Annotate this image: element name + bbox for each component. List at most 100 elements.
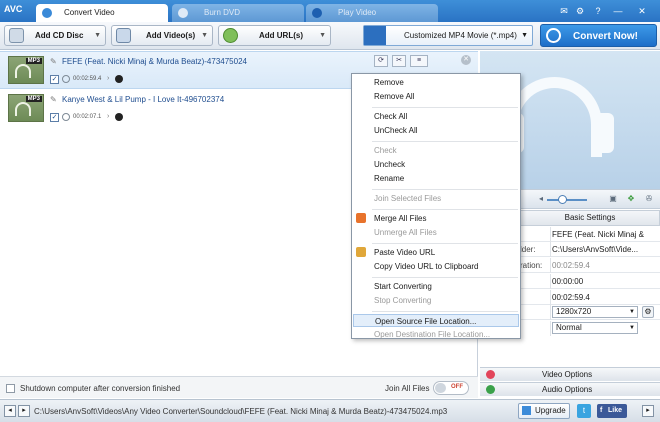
menu-separator: [372, 141, 518, 142]
shutdown-checkbox[interactable]: [6, 384, 15, 393]
headphone-cup-right: [592, 113, 614, 153]
menu-separator: [372, 277, 518, 278]
column-divider: [550, 290, 551, 305]
menu-item-copy-video-url-to-clipboard[interactable]: Copy Video URL to Clipboard: [353, 260, 519, 273]
chevron-down-icon[interactable]: ▼: [201, 26, 208, 45]
chevron-right-icon[interactable]: ›: [107, 75, 109, 82]
column-divider: [550, 242, 551, 257]
volume-slider-knob[interactable]: [558, 195, 567, 204]
menu-item-start-converting[interactable]: Start Converting: [353, 280, 519, 293]
shutdown-label[interactable]: Shutdown computer after conversion finis…: [20, 384, 180, 393]
video-quality-select[interactable]: Normal ▼: [552, 322, 638, 334]
cd-add-icon: [9, 28, 24, 43]
file-name[interactable]: Kanye West & Lil Pump - I Love It-496702…: [62, 95, 224, 104]
menu-item-check-all[interactable]: Check All: [353, 110, 519, 123]
chevron-right-icon[interactable]: ›: [107, 113, 109, 120]
audio-options-bar[interactable]: Audio Options: [480, 382, 660, 396]
video-size-select[interactable]: 1280x720 ▼: [552, 306, 638, 318]
column-divider: [550, 274, 551, 289]
status-bar: ◂ ▸ C:\Users\AnvSoft\Videos\Any Video Co…: [0, 399, 660, 422]
cut-icon[interactable]: ✂: [392, 55, 406, 67]
join-all-files-toggle[interactable]: OFF: [433, 381, 469, 395]
chevron-down-icon[interactable]: ▼: [319, 26, 326, 45]
effects-icon[interactable]: ≡: [410, 55, 428, 67]
close-button[interactable]: ✕: [636, 5, 648, 17]
add-cd-disc-button[interactable]: Add CD Disc ▼: [4, 25, 106, 46]
collapse-right-icon[interactable]: ▸: [18, 405, 30, 417]
convert-now-button[interactable]: Convert Now!: [540, 24, 657, 47]
bottom-options: Shutdown computer after conversion finis…: [0, 376, 478, 398]
volume-icon[interactable]: ◂: [536, 194, 546, 204]
rotate-icon[interactable]: ⟳: [374, 55, 388, 67]
play-icon: [312, 8, 322, 18]
globe-add-icon: [223, 28, 238, 43]
menu-item-rename[interactable]: Rename: [353, 172, 519, 185]
menu-item-stop-converting: Stop Converting: [374, 296, 432, 305]
output-path: C:\Users\AnvSoft\Videos\Any Video Conver…: [34, 407, 448, 416]
twitter-icon[interactable]: t: [577, 404, 591, 418]
fullscreen-icon[interactable]: ✥: [626, 194, 636, 204]
tab-play-video[interactable]: Play Video: [306, 4, 438, 22]
toggle-knob: [435, 383, 446, 393]
title-bar: AVC Convert Video Burn DVD Play Video ✉ …: [0, 0, 660, 22]
film-add-icon: [116, 28, 131, 43]
remove-file-icon[interactable]: ✕: [461, 55, 471, 65]
gear-icon[interactable]: ⚙: [642, 306, 654, 318]
merge-icon: [356, 213, 366, 223]
menu-item-check: Check: [374, 146, 397, 155]
headphones-icon: [15, 64, 31, 78]
volume-slider[interactable]: [547, 199, 587, 201]
disc-icon[interactable]: [115, 113, 123, 121]
snapshot-icon[interactable]: ▣: [608, 194, 618, 204]
menu-separator: [372, 107, 518, 108]
menu-item-paste-video-url[interactable]: Paste Video URL: [353, 246, 519, 259]
refresh-icon: [546, 28, 561, 43]
upgrade-button[interactable]: Upgrade: [518, 403, 570, 419]
chevron-down-icon[interactable]: ▼: [94, 26, 101, 45]
tab-convert-video[interactable]: Convert Video: [36, 4, 168, 22]
disc-icon[interactable]: [115, 75, 123, 83]
menu-item-join-selected-files: Join Selected Files: [374, 194, 442, 203]
file-duration: 00:02:07.1: [73, 114, 102, 120]
help-icon[interactable]: ?: [592, 5, 604, 17]
menu-item-uncheck-all[interactable]: UnCheck All: [353, 124, 519, 137]
menu-item-remove[interactable]: Remove: [353, 76, 519, 89]
video-options-bar[interactable]: Video Options: [480, 367, 660, 381]
audio-options-icon: [486, 385, 495, 394]
file-checkbox[interactable]: ✓: [50, 113, 59, 122]
basic-settings-header[interactable]: Basic Settings: [520, 210, 660, 226]
wrench-icon[interactable]: ✇: [644, 194, 654, 204]
column-divider: [550, 258, 551, 273]
output-profile-select[interactable]: Customized MP4 Movie (*.mp4) ▼: [363, 25, 533, 46]
menu-item-open-source-file-location[interactable]: Open Source File Location...: [353, 314, 519, 327]
join-all-files-label: Join All Files: [385, 384, 430, 393]
add-urls-button[interactable]: Add URL(s) ▼: [218, 25, 331, 46]
menu-item-uncheck[interactable]: Uncheck: [353, 158, 519, 171]
column-divider: [550, 321, 551, 336]
menu-item-remove-all[interactable]: Remove All: [353, 90, 519, 103]
add-videos-button[interactable]: Add Video(s) ▼: [111, 25, 213, 46]
tab-burn-dvd[interactable]: Burn DVD: [172, 4, 304, 22]
menu-separator: [372, 209, 518, 210]
file-checkbox[interactable]: ✓: [50, 75, 59, 84]
disc-icon: [178, 8, 188, 18]
facebook-like-button[interactable]: f Like: [597, 404, 627, 418]
menu-item-merge-all-files[interactable]: Merge All Files: [353, 212, 519, 225]
menu-separator: [372, 311, 518, 312]
app-logo: AVC: [4, 4, 23, 14]
edit-pencil-icon[interactable]: ✎: [50, 95, 59, 104]
upgrade-icon: [522, 406, 531, 415]
edit-pencil-icon[interactable]: ✎: [50, 57, 59, 66]
menu-separator: [372, 189, 518, 190]
collapse-left-icon[interactable]: ◂: [4, 405, 16, 417]
menu-separator: [372, 243, 518, 244]
mail-icon[interactable]: ✉: [558, 5, 570, 17]
expand-panel-icon[interactable]: ▸: [642, 405, 654, 417]
facebook-icon: f: [600, 407, 603, 414]
chevron-down-icon: ▼: [629, 309, 635, 315]
film-strip-icon: [364, 26, 386, 45]
file-name[interactable]: FEFE (Feat. Nicki Minaj & Murda Beatz)-4…: [62, 57, 247, 66]
settings-gear-icon[interactable]: ⚙: [574, 5, 586, 17]
chevron-down-icon: ▼: [629, 325, 635, 331]
minimize-button[interactable]: —: [612, 5, 624, 17]
